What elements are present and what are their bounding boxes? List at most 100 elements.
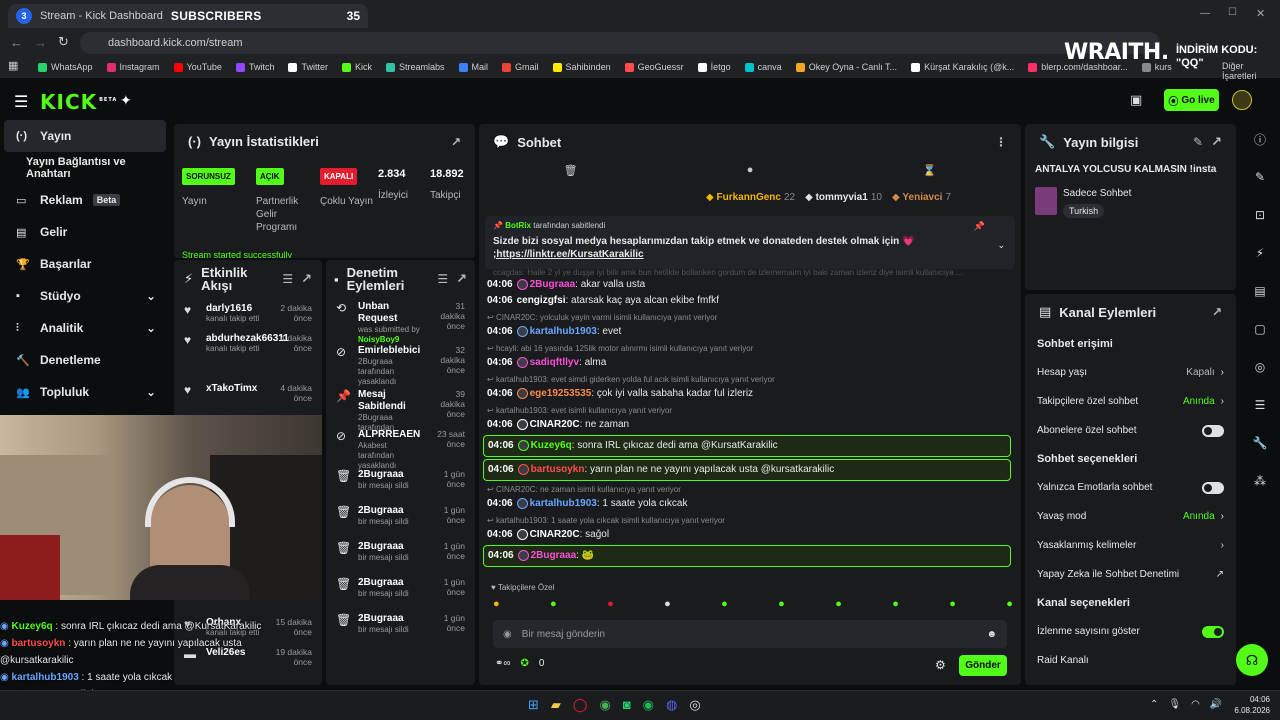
bookmark-item[interactable]: Sahibinden (552, 62, 611, 72)
emote-icon[interactable]: ● (892, 598, 899, 610)
sidebar-item-6[interactable]: ⫶ Analitik ⌄ (0, 312, 170, 344)
bookmark-item[interactable]: Gmail (502, 62, 539, 72)
sidebar-item-4[interactable]: 🏆 Başarılar (0, 248, 170, 280)
chat-message[interactable]: 04:06 bartusoykn: yarın plan ne ne yayını… (483, 459, 1011, 481)
settings-icon[interactable]: ⚙ (935, 658, 946, 672)
chat-username[interactable]: sadiqftllyv (530, 357, 579, 368)
popout-icon[interactable]: ↗ (456, 271, 467, 287)
chat-message[interactable]: 04:06 cengizgfsi: atarsak kaç aya alcan e… (479, 293, 1015, 309)
popout-icon[interactable]: ↗ (301, 271, 312, 287)
bookmark-item[interactable]: GeoGuessr (624, 62, 684, 72)
hourglass-icon[interactable]: ⌛ (923, 164, 937, 182)
follower-name[interactable]: abdurhezak66311 (206, 333, 289, 344)
folder-icon[interactable]: ▰ (551, 697, 561, 713)
spotify-icon[interactable]: ◉ (643, 697, 654, 713)
bookmark-item[interactable]: Okey Oyna - Canlı T... (795, 62, 897, 72)
setting-row[interactable]: Yapay Zeka ile Sohbet Denetimi ↗ (1025, 560, 1236, 589)
activity-icon[interactable]: ⚡ (1240, 234, 1280, 272)
capture-icon[interactable]: ⊡ (1240, 196, 1280, 234)
chat-username[interactable]: Kuzey6q (531, 440, 572, 451)
popout-icon[interactable]: ↗ (451, 135, 461, 149)
wifi-icon[interactable]: ◠ (1191, 699, 1200, 710)
whatsapp-icon[interactable]: ◙ (623, 697, 631, 713)
list-icon[interactable]: ☰ (1240, 386, 1280, 424)
sidebar-item-8[interactable]: 👥 Topluluk ⌄ (0, 376, 170, 408)
browser-tab[interactable]: 3 Stream - Kick Dashboard SUBSCRIBERS 35 (8, 4, 368, 28)
toggle-switch[interactable] (1202, 625, 1224, 638)
chat-username[interactable]: kartalhub1903 (530, 498, 597, 509)
setting-row[interactable]: Hesap yaşı Kapalı › (1025, 358, 1236, 387)
go-live-button[interactable]: ⦿ Go live (1164, 89, 1219, 111)
emote-icon[interactable]: ● (1006, 598, 1013, 610)
bookmark-item[interactable]: Streamlabs (385, 62, 445, 72)
emote-icon[interactable]: ● (550, 598, 557, 610)
volume-icon[interactable]: 🔊 (1210, 699, 1222, 710)
chat-bubble-icon[interactable]: ● (747, 164, 754, 182)
setting-row[interactable]: Yavaş mod Anında › (1025, 502, 1236, 531)
chat-username[interactable]: CINAR20C (530, 529, 580, 540)
chat-menu-icon[interactable]: ⋮ (995, 135, 1007, 149)
reload-icon[interactable]: ↻ (58, 34, 69, 50)
info-icon[interactable]: ⓘ (1240, 120, 1280, 158)
setting-row[interactable]: İzlenme sayısını göster (1025, 617, 1236, 646)
filter-icon[interactable]: ☰ (282, 272, 293, 286)
popout-icon[interactable]: ↗ (1211, 134, 1222, 150)
category-name[interactable]: Sadece Sohbet (1063, 188, 1131, 199)
setting-row[interactable]: Yasaklanmış kelimeler › (1025, 531, 1236, 560)
trash-icon[interactable]: 🗑 (564, 164, 578, 182)
studio-icon[interactable]: ▣ (1130, 92, 1142, 108)
follower-name[interactable]: xTakoTimx (206, 383, 264, 394)
emote-icon[interactable]: ● (835, 598, 842, 610)
toggle-switch[interactable] (1202, 481, 1224, 494)
popout-icon[interactable]: ↗ (1212, 305, 1222, 319)
chat-message[interactable]: 04:06 CINAR20C: ne zaman (479, 417, 1015, 433)
chat-message[interactable]: 04:06 2Bugraaa: 🐸 (483, 545, 1011, 567)
emote-icon[interactable]: ● (607, 598, 614, 610)
wrench-icon[interactable]: 🔧 (1240, 424, 1280, 462)
toggle-switch[interactable] (1202, 424, 1224, 437)
apps-icon[interactable]: ▦ (8, 59, 18, 72)
emote-icon[interactable]: ● (721, 598, 728, 610)
bookmark-item[interactable]: Instagram (106, 62, 160, 72)
setting-row[interactable]: Raid Kanalı (1025, 646, 1236, 675)
setting-row[interactable]: Yalnızca Emotlarla sohbet (1025, 473, 1236, 502)
minimize-icon[interactable]: — (1200, 8, 1210, 19)
start-icon[interactable]: ⊞ (528, 697, 539, 713)
bookmark-item[interactable]: WhatsApp (38, 62, 93, 72)
bookmark-item[interactable]: Mail (458, 62, 488, 72)
filter-icon[interactable]: ☰ (437, 272, 448, 286)
top-chatter[interactable]: ◆ tommyvia1 10 (805, 192, 882, 203)
obs-icon[interactable]: ◎ (689, 697, 700, 713)
sidebar-item-0[interactable]: (·) Yayın (4, 120, 166, 152)
clock[interactable]: 04:06 6.08.2026 (1230, 694, 1270, 716)
edit-icon[interactable]: ✎ (1240, 158, 1280, 196)
setting-row[interactable]: Abonelere özel sohbet (1025, 416, 1236, 445)
bookmark-item[interactable]: Kick (341, 62, 372, 72)
address-bar[interactable]: dashboard.kick.com/stream (80, 32, 1160, 54)
emoji-icon[interactable]: ☻ (986, 629, 997, 640)
sidebar-item-1[interactable]: Yayın Bağlantısı ve Anahtarı (0, 152, 170, 184)
sidebar-item-2[interactable]: ▭ Reklam Beta (0, 184, 170, 216)
bookmark-item[interactable]: İetgo (697, 62, 731, 72)
sidebar-item-3[interactable]: ▤ Gelir (0, 216, 170, 248)
chat-username[interactable]: bartusoykn (531, 464, 585, 475)
chat-username[interactable]: kartalhub1903 (530, 326, 597, 337)
chat-icon[interactable]: ▢ (1240, 310, 1280, 348)
bookmark-item[interactable]: Kürşat Karakılıç (@k... (911, 62, 1014, 72)
mod-action-user[interactable]: NoisyBoy9 (358, 335, 421, 345)
mic-icon[interactable]: 🎙 (1168, 699, 1181, 710)
send-button[interactable]: Gönder (959, 655, 1007, 676)
emote-icon[interactable]: ● (664, 598, 671, 610)
forward-icon[interactable]: → (34, 35, 47, 50)
menu-icon[interactable]: ☰ (14, 92, 28, 112)
edit-icon[interactable]: ✎ (1193, 135, 1203, 149)
opera-icon[interactable]: ◯ (573, 697, 588, 713)
sidebar-item-7[interactable]: 🔨 Denetleme (0, 344, 170, 376)
chat-username[interactable]: 2Bugraaa (531, 550, 577, 561)
back-icon[interactable]: ← (10, 35, 23, 50)
emote-icon[interactable]: ● (778, 598, 785, 610)
chat-message[interactable]: 04:06 2Bugraaa: akar valla usta (479, 277, 1015, 293)
bookmark-item[interactable]: Twitter (288, 62, 328, 72)
bookmark-item[interactable]: Twitch (235, 62, 274, 72)
chat-message[interactable]: 04:06 CINAR20C: sağol (479, 527, 1015, 543)
